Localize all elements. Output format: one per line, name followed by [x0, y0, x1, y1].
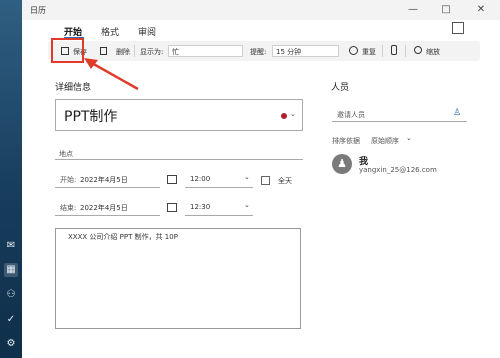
avatar: ♟	[332, 154, 352, 174]
popout-icon[interactable]	[452, 22, 464, 34]
mail-icon[interactable]: ✉	[4, 239, 18, 253]
add-person-icon[interactable]: ♙	[453, 108, 461, 118]
private-lock-icon[interactable]	[391, 45, 397, 55]
window-title: 日历	[30, 6, 46, 15]
allday-label: 全天	[278, 177, 292, 185]
trash-icon	[100, 47, 107, 55]
sort-value[interactable]: 原始顺序	[371, 136, 399, 146]
end-date-value: 2022年4月5日	[80, 204, 128, 212]
ribbon-separator	[134, 45, 135, 57]
notes-textarea[interactable]	[55, 228, 301, 329]
date-picker-icon[interactable]	[167, 175, 177, 184]
tab-review[interactable]: 审阅	[138, 25, 156, 38]
chevron-down-icon[interactable]: ⌄	[244, 201, 250, 209]
app-nav-rail: ✉ ▦ ⚇ ✓ ⚙	[0, 0, 22, 358]
end-time-value: 12:30	[190, 203, 211, 211]
ribbon-separator	[405, 45, 406, 57]
show-as-select[interactable]: 忙	[168, 45, 243, 57]
repeat-button[interactable]: 重复	[362, 47, 376, 57]
location-field[interactable]	[55, 144, 303, 160]
start-label: 开始:	[60, 176, 77, 184]
settings-icon[interactable]: ⚙	[4, 337, 18, 351]
date-picker-icon[interactable]	[167, 203, 177, 212]
save-highlight-box	[51, 38, 84, 63]
start-time-value: 12:00	[190, 175, 211, 183]
maximize-button[interactable]: □	[439, 3, 453, 17]
tab-format[interactable]: 格式	[101, 25, 119, 38]
calendar-color-dot[interactable]	[281, 113, 287, 119]
calendar-icon[interactable]: ▦	[4, 263, 18, 277]
show-as-label: 显示为:	[140, 48, 164, 56]
end-label: 结束:	[60, 204, 77, 212]
zoom-icon	[414, 46, 422, 54]
people-icon[interactable]: ⚇	[4, 288, 18, 302]
repeat-icon	[349, 46, 358, 55]
reminder-select[interactable]: 15 分钟	[272, 45, 339, 57]
delete-button[interactable]: 删除	[116, 47, 130, 57]
minimize-button[interactable]: —	[406, 3, 420, 17]
people-heading: 人员	[331, 83, 350, 93]
allday-checkbox[interactable]	[261, 176, 270, 185]
subject-input[interactable]: PPT制作	[64, 106, 117, 126]
chevron-down-icon[interactable]: ⌄	[290, 110, 296, 118]
ribbon-separator	[382, 45, 383, 57]
notes-text: XXXX 公司介绍 PPT 制作，共 10P	[68, 233, 178, 241]
sort-label: 排序依据	[332, 137, 360, 145]
todo-icon[interactable]: ✓	[4, 313, 18, 327]
invite-input[interactable]: 邀请人员	[337, 110, 365, 120]
chevron-down-icon[interactable]: ⌄	[244, 173, 250, 181]
chevron-down-icon[interactable]: ⌄	[406, 134, 412, 142]
reminder-label: 提醒:	[250, 48, 267, 56]
close-button[interactable]: ✕	[474, 3, 488, 17]
start-date-value: 2022年4月5日	[80, 176, 128, 184]
title-bar	[22, 0, 500, 20]
zoom-button[interactable]: 缩放	[426, 47, 440, 57]
details-heading: 详细信息	[55, 83, 92, 93]
person-email: yangxin_25@126.com	[359, 166, 437, 174]
location-input[interactable]: 地点	[59, 149, 73, 159]
